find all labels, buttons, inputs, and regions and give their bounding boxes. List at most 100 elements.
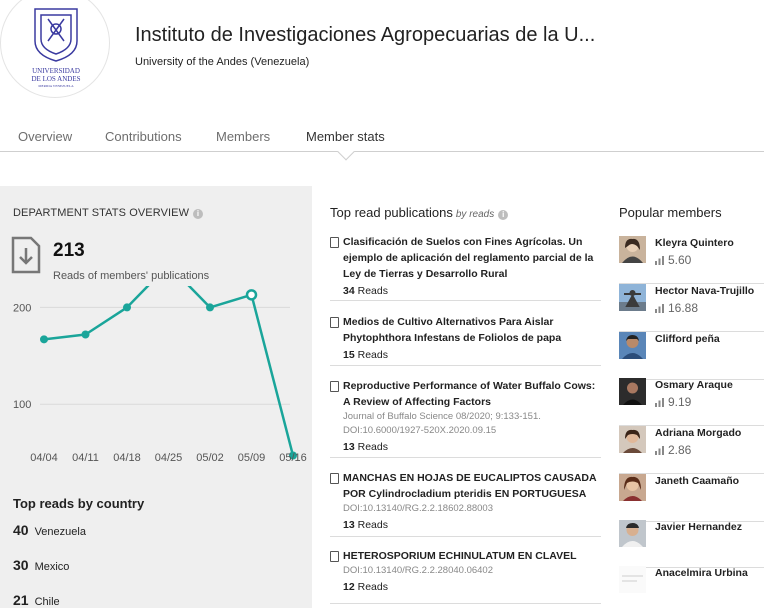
avatar[interactable] bbox=[619, 378, 646, 405]
avatar[interactable] bbox=[619, 284, 646, 311]
top-publications-title: Top read publications by reads i bbox=[330, 205, 509, 220]
member-score: 2.86 bbox=[655, 443, 691, 457]
by-reads-label: by reads bbox=[455, 209, 495, 220]
publication-meta: Journal of Buffalo Science 08/2020; 9:13… bbox=[343, 411, 541, 436]
publication-title[interactable]: MANCHAS EN HOJAS DE EUCALIPTOS CAUSADA P… bbox=[343, 470, 601, 502]
tab-bar: Overview Contributions Members Member st… bbox=[0, 121, 764, 152]
logo-line-2: DE LOS ANDES bbox=[31, 75, 80, 83]
publication-reads: 15 Reads bbox=[343, 349, 388, 361]
publication-reads: 34 Reads bbox=[343, 285, 388, 297]
member-item[interactable]: Javier Hernandez bbox=[619, 520, 764, 568]
country-row: 40 Venezuela bbox=[13, 522, 86, 538]
member-name[interactable]: Kleyra Quintero bbox=[655, 237, 734, 249]
publication-meta: DOI:10.13140/RG.2.2.18602.88003 bbox=[343, 503, 494, 514]
document-icon bbox=[330, 317, 339, 328]
y-tick-label: 200 bbox=[13, 302, 31, 314]
info-icon[interactable]: i bbox=[498, 210, 509, 220]
x-tick-label: 04/25 bbox=[155, 452, 183, 464]
document-icon bbox=[330, 473, 339, 484]
reads-line-chart: 200 100 04/04 04/11 04/18 04/25 05/02 05/09 05/1… bbox=[13, 286, 307, 464]
member-score: 9.19 bbox=[655, 395, 691, 409]
avatar[interactable] bbox=[619, 426, 646, 453]
member-item[interactable]: Anacelmira Urbina bbox=[619, 566, 764, 608]
member-item[interactable]: Osmary Araque 9.19 bbox=[619, 378, 764, 426]
country-row: 30 Mexico bbox=[13, 557, 69, 573]
country-count: 30 bbox=[13, 557, 29, 573]
department-stats-panel: DEPARTMENT STATS OVERVIEW i 213 Reads of … bbox=[0, 186, 312, 608]
top-publications-label: Top read publications bbox=[330, 205, 453, 220]
publication-reads: 13 Reads bbox=[343, 519, 388, 531]
publication-title[interactable]: Medios de Cultivo Alternativos Para Aisl… bbox=[343, 314, 601, 346]
member-name[interactable]: Adriana Morgado bbox=[655, 427, 741, 439]
publication-reads: 13 Reads bbox=[343, 441, 388, 453]
member-name[interactable]: Janeth Caamaño bbox=[655, 475, 739, 487]
country-count: 21 bbox=[13, 592, 29, 608]
publication-title[interactable]: HETEROSPORIUM ECHINULATUM EN CLAVEL bbox=[343, 548, 601, 564]
logo-line-1: UNIVERSIDAD bbox=[32, 67, 80, 75]
avatar[interactable] bbox=[619, 520, 646, 547]
x-tick-label: 05/16 bbox=[279, 452, 307, 464]
tab-overview[interactable]: Overview bbox=[18, 129, 72, 144]
publication-item[interactable]: MANCHAS EN HOJAS DE EUCALIPTOS CAUSADA P… bbox=[330, 470, 601, 537]
member-item[interactable]: Janeth Caamaño bbox=[619, 474, 764, 522]
country-name: Venezuela bbox=[34, 526, 86, 538]
publication-item[interactable]: HETEROSPORIUM ECHINULATUM EN CLAVEL DOI:… bbox=[330, 548, 601, 604]
department-stats-heading: DEPARTMENT STATS OVERVIEW i bbox=[13, 207, 204, 219]
avatar[interactable] bbox=[619, 566, 646, 593]
publication-reads: 12 Reads bbox=[343, 581, 388, 593]
tab-member-stats[interactable]: Member stats bbox=[306, 129, 385, 144]
document-icon bbox=[330, 237, 339, 248]
member-score: 16.88 bbox=[655, 301, 698, 315]
stats-bars-icon bbox=[655, 398, 664, 407]
total-reads-label: Reads of members' publications bbox=[53, 270, 210, 282]
publication-title[interactable]: Reproductive Performance of Water Buffal… bbox=[343, 378, 601, 410]
x-tick-label: 04/18 bbox=[113, 452, 141, 464]
member-name[interactable]: Anacelmira Urbina bbox=[655, 567, 748, 579]
info-icon[interactable]: i bbox=[193, 209, 204, 219]
member-item[interactable]: Hector Nava-Trujillo 16.88 bbox=[619, 284, 764, 332]
avatar[interactable] bbox=[619, 474, 646, 501]
reads-series-line bbox=[43, 286, 295, 456]
member-name[interactable]: Clifford peña bbox=[655, 333, 720, 345]
publication-meta: DOI:10.13140/RG.2.2.28040.06402 bbox=[343, 565, 494, 576]
publication-item[interactable]: Clasificación de Suelos con Fines Agríco… bbox=[330, 234, 601, 301]
data-point bbox=[123, 303, 131, 312]
member-item[interactable]: Adriana Morgado 2.86 bbox=[619, 426, 764, 474]
institution-title: Instituto de Investigaciones Agropecuari… bbox=[135, 24, 596, 46]
x-tick-label: 04/04 bbox=[30, 452, 58, 464]
stats-bars-icon bbox=[655, 256, 664, 265]
publication-item[interactable]: Reproductive Performance of Water Buffal… bbox=[330, 378, 601, 458]
total-reads-count: 213 bbox=[53, 240, 85, 261]
top-countries-title: Top reads by country bbox=[13, 496, 145, 511]
institution-subtitle[interactable]: University of the Andes (Venezuela) bbox=[135, 56, 309, 68]
country-row: 21 Chile bbox=[13, 592, 60, 608]
avatar[interactable] bbox=[619, 236, 646, 263]
publication-item[interactable]: Medios de Cultivo Alternativos Para Aisl… bbox=[330, 314, 601, 366]
avatar[interactable] bbox=[619, 332, 646, 359]
stats-bars-icon bbox=[655, 446, 664, 455]
download-file-icon bbox=[11, 236, 41, 274]
country-name: Chile bbox=[34, 596, 60, 608]
member-name[interactable]: Hector Nava-Trujillo bbox=[655, 285, 754, 297]
tab-members[interactable]: Members bbox=[216, 129, 270, 144]
document-icon bbox=[330, 551, 339, 562]
x-tick-label: 05/09 bbox=[238, 452, 266, 464]
x-tick-label: 04/11 bbox=[72, 452, 99, 464]
x-tick-label: 05/02 bbox=[196, 452, 224, 464]
data-point bbox=[40, 335, 48, 344]
popular-members-title: Popular members bbox=[619, 205, 722, 220]
member-name[interactable]: Osmary Araque bbox=[655, 379, 733, 391]
member-item[interactable]: Kleyra Quintero 5.60 bbox=[619, 236, 764, 284]
country-name: Mexico bbox=[34, 561, 70, 573]
member-item[interactable]: Clifford peña bbox=[619, 332, 764, 380]
y-tick-label: 100 bbox=[13, 399, 31, 411]
country-count: 40 bbox=[13, 522, 29, 538]
member-score: 5.60 bbox=[655, 253, 691, 267]
university-logo: UNIVERSIDAD DE LOS ANDES MERIDA VENEZUEL… bbox=[0, 0, 110, 98]
data-point bbox=[206, 303, 214, 312]
member-name[interactable]: Javier Hernandez bbox=[655, 521, 742, 533]
publication-title[interactable]: Clasificación de Suelos con Fines Agríco… bbox=[343, 234, 601, 282]
data-point bbox=[81, 330, 90, 339]
highlight-point bbox=[245, 289, 258, 301]
tab-contributions[interactable]: Contributions bbox=[105, 129, 182, 144]
